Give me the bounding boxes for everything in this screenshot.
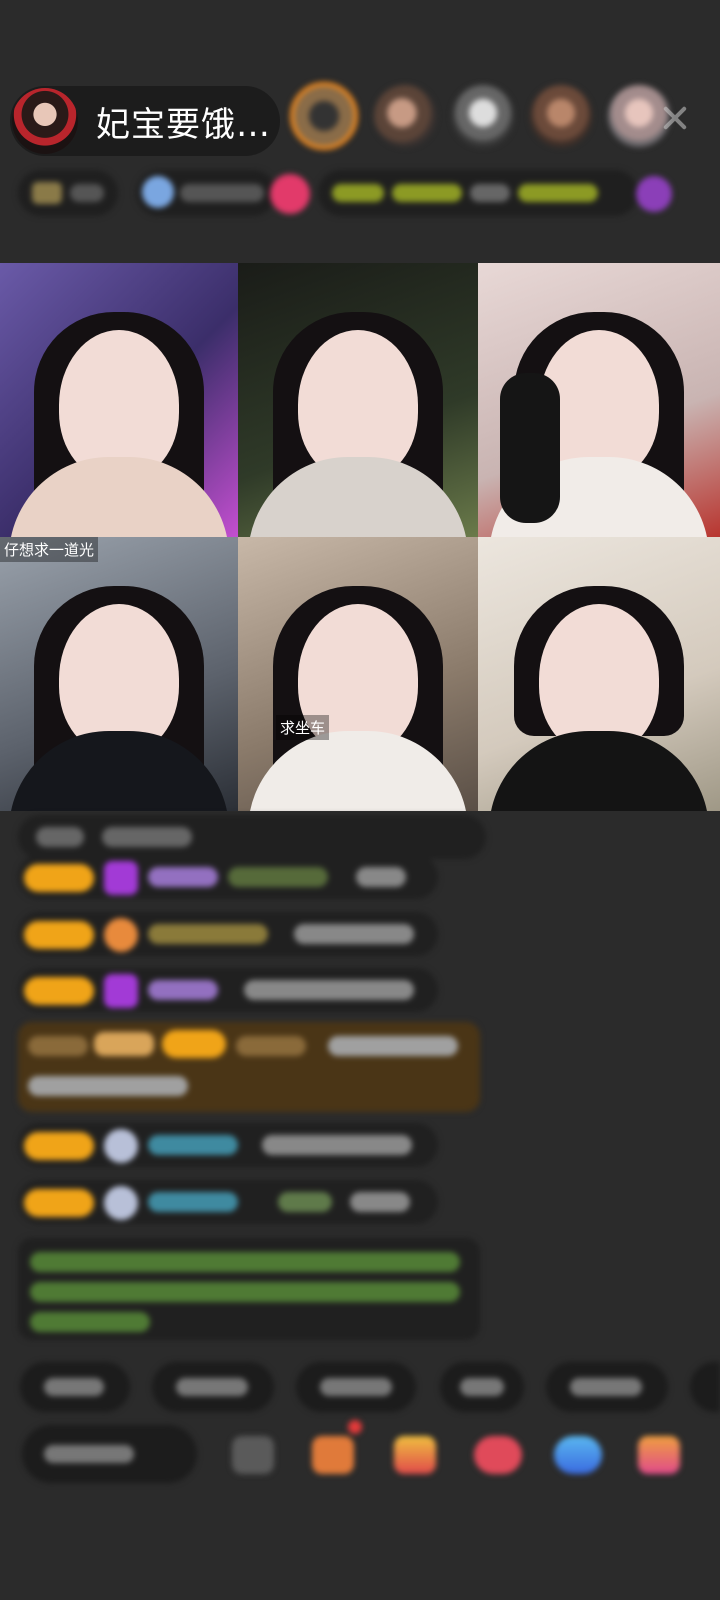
- info-chip[interactable]: [18, 170, 118, 216]
- host-profile-pill[interactable]: 妃宝要饿…: [10, 86, 280, 156]
- viewer-avatar[interactable]: [290, 82, 358, 150]
- highlight-message[interactable]: [18, 1022, 480, 1112]
- video-tile[interactable]: 求坐车: [238, 537, 478, 811]
- viewer-avatar-list: [290, 82, 686, 150]
- video-tile[interactable]: [238, 263, 478, 537]
- quick-reply-button[interactable]: [546, 1362, 668, 1412]
- quick-reply-button[interactable]: [152, 1362, 274, 1412]
- close-icon[interactable]: [660, 103, 690, 133]
- chat-message[interactable]: [18, 815, 486, 859]
- chat-message[interactable]: [18, 1180, 438, 1224]
- emoji-icon[interactable]: [232, 1436, 274, 1474]
- chat-message[interactable]: [18, 912, 438, 956]
- chat-message[interactable]: [18, 1123, 438, 1167]
- quick-reply-button[interactable]: [20, 1362, 130, 1412]
- video-tile[interactable]: [478, 537, 720, 811]
- interaction-icon[interactable]: [474, 1436, 522, 1474]
- rank-chip[interactable]: [318, 170, 638, 216]
- gift-box-icon[interactable]: [638, 1436, 680, 1474]
- gift-icon[interactable]: [270, 174, 310, 214]
- share-icon[interactable]: [554, 1436, 602, 1474]
- quick-reply-button[interactable]: [296, 1362, 416, 1412]
- system-notice: [18, 1238, 480, 1340]
- notification-dot: [348, 1420, 362, 1434]
- shop-icon[interactable]: [312, 1436, 354, 1474]
- viewer-avatar[interactable]: [530, 85, 592, 147]
- game-icon[interactable]: [394, 1436, 436, 1474]
- host-avatar[interactable]: [12, 88, 78, 154]
- viewer-avatar[interactable]: [452, 85, 514, 147]
- video-tile[interactable]: [0, 263, 238, 537]
- quick-reply-button[interactable]: [690, 1362, 720, 1412]
- info-chip[interactable]: [136, 170, 276, 216]
- video-grid: 仔想求一道光 求坐车: [0, 263, 720, 816]
- chat-message[interactable]: [18, 968, 438, 1012]
- comment-input[interactable]: [22, 1425, 197, 1483]
- video-tile[interactable]: 仔想求一道光: [0, 537, 238, 811]
- quick-reply-button[interactable]: [440, 1362, 524, 1412]
- member-icon[interactable]: [636, 176, 672, 212]
- video-tile[interactable]: [478, 263, 720, 537]
- host-name: 妃宝要饿…: [96, 104, 271, 145]
- viewer-avatar[interactable]: [374, 85, 436, 147]
- room-info-row: [18, 170, 688, 218]
- tile-label: 求坐车: [276, 715, 330, 740]
- chat-message[interactable]: [18, 855, 438, 899]
- tile-label: 仔想求一道光: [0, 537, 99, 562]
